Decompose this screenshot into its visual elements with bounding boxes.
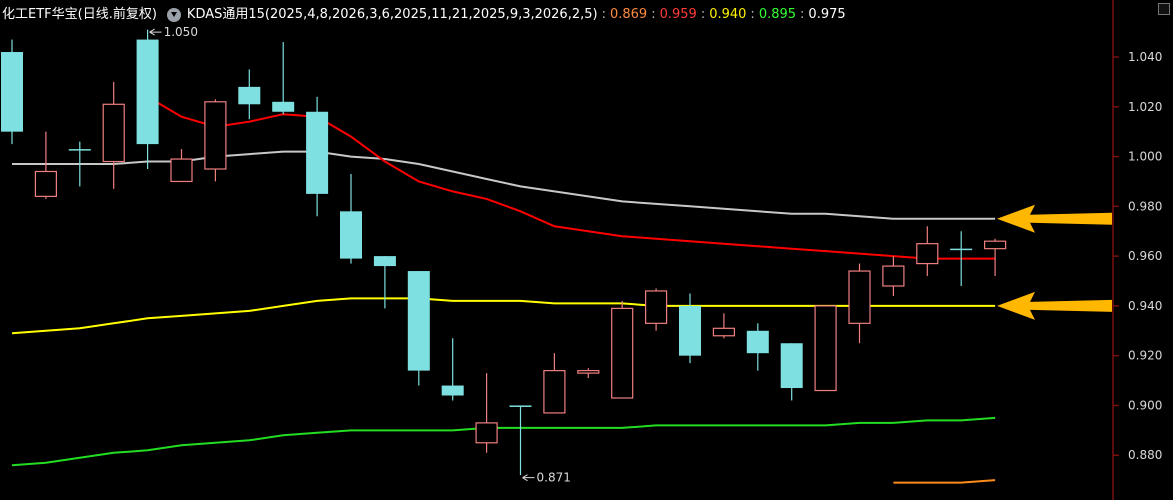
candle-body-down (272, 101, 295, 112)
candle-body-up (848, 270, 871, 324)
candle-body-down (136, 39, 159, 145)
candle-body-down (238, 86, 261, 105)
candle-body-down (1, 52, 23, 132)
series-line-orange (893, 479, 996, 484)
candle-body-down (746, 330, 769, 354)
arrow-to-yellow-line (997, 291, 1112, 320)
series-line-gray (12, 150, 996, 220)
candle-body-up (204, 101, 227, 170)
candle-body-up (543, 370, 566, 414)
candlestick-chart[interactable]: 1.050 0.871 1.040 1.020 1.000 0.980 0.960 0.94… (0, 0, 1173, 500)
tick-label: 0.960 (1128, 249, 1162, 263)
tick-label: 0.980 (1128, 199, 1162, 213)
candle-body-down (509, 405, 532, 407)
tick-label: 0.900 (1128, 398, 1162, 412)
series-line-red (147, 95, 996, 260)
candle-body-down (340, 211, 362, 259)
candle-body-up (577, 370, 600, 374)
candle-body-down (950, 248, 973, 251)
candle-body-up (712, 327, 736, 337)
price-axis: 1.040 1.020 1.000 0.980 0.960 0.940 0.920 0.900… (1112, 0, 1162, 500)
tick-label: 0.920 (1128, 349, 1162, 363)
high-annotation: 1.050 (164, 25, 198, 39)
candle-body-up (916, 243, 939, 265)
candle-body-down (306, 111, 329, 194)
tick-label: 1.020 (1128, 100, 1162, 114)
candle-body-down (441, 385, 464, 396)
candle-body-up (882, 265, 905, 287)
series-line-yellow (11, 297, 996, 335)
tick-label: 1.000 (1128, 150, 1162, 164)
candle-body-down (68, 149, 91, 151)
low-annotation: 0.871 (537, 471, 571, 485)
candle-body-down (373, 256, 396, 267)
arrow-to-gray-line (997, 204, 1112, 233)
series-line-green (11, 416, 996, 467)
candle-body-up (102, 103, 125, 163)
candle-body-down (679, 305, 701, 356)
tick-label: 1.040 (1128, 50, 1162, 64)
candle-body-up (34, 170, 58, 197)
candle-body-down (780, 343, 803, 389)
candle-body-up (983, 240, 1007, 250)
candle-body-down (407, 271, 430, 371)
annotation-arrow (522, 474, 535, 482)
tick-label: 0.880 (1128, 448, 1162, 462)
candle-body-up (611, 307, 634, 399)
candle-body-up (644, 290, 668, 324)
plot-area: 1.050 0.871 (1, 25, 1112, 485)
candle-body-up (170, 158, 193, 183)
annotation-arrow (149, 28, 162, 36)
tick-label: 0.940 (1128, 299, 1162, 313)
candle-body-up (475, 422, 498, 444)
candle-body-up (814, 305, 837, 392)
